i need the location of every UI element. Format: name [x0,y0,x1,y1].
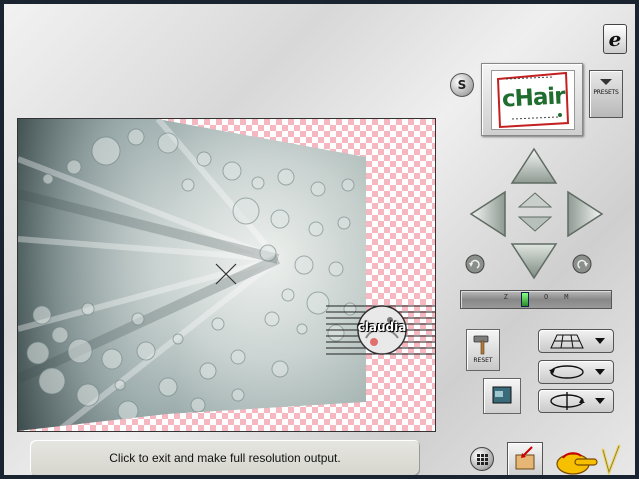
preset-thumbnail: cHair [491,70,575,130]
presets-button[interactable]: PRESETS [589,70,623,118]
chevron-down-icon [595,338,605,344]
preset-thumbnail-word: cHair [501,83,566,113]
background-thumbnail-button[interactable] [483,378,521,414]
arrow-right-icon[interactable] [566,190,604,238]
pointing-hand-icon[interactable] [553,442,623,478]
perspective-mode-dropdown[interactable] [538,329,614,353]
crosshair-icon [215,263,237,285]
rotate-mode-dropdown[interactable] [538,360,614,384]
apply-output-icon [515,446,535,470]
arrow-up-icon[interactable] [510,147,558,187]
status-bar[interactable]: Click to exit and make full resolution o… [30,440,420,475]
watermark-text: claudia [357,320,407,334]
nudge-up-icon[interactable] [518,192,552,208]
nudge-down-icon[interactable] [518,216,552,232]
chevron-down-icon [595,398,605,404]
grid-button[interactable] [470,447,494,471]
zoom-slider-thumb[interactable] [521,292,529,307]
rotate-cycle-icon [549,365,605,379]
flip-mode-dropdown[interactable] [538,389,614,413]
background-thumbnail-icon [492,386,512,404]
zoom-label: ZOOM [503,293,585,301]
zoom-slider[interactable]: ZOOM [460,290,612,309]
perspective-grid-icon [550,334,605,349]
arrow-left-icon[interactable] [469,190,507,238]
rotate-left-icon[interactable] [465,254,485,274]
preset-preview[interactable]: cHair [481,63,583,136]
arrow-down-icon[interactable] [510,240,558,280]
chevron-down-icon [595,369,605,375]
preview-canvas[interactable]: claudia [17,118,436,432]
rotate-right-icon[interactable] [572,254,592,274]
reset-label: RESET [473,357,493,364]
flip-axis-icon [550,392,605,410]
logo-icon[interactable]: e [603,24,627,54]
hammer-icon [473,335,489,355]
filter-window: e S cHair PRESETS claudia ZOOM RESET Cli… [0,0,639,479]
grid-icon [477,454,488,465]
s-button[interactable]: S [450,73,474,97]
status-message: Click to exit and make full resolution o… [109,451,341,465]
presets-label: PRESETS [593,89,619,96]
apply-output-button[interactable] [507,442,543,475]
reset-button[interactable]: RESET [466,329,500,371]
